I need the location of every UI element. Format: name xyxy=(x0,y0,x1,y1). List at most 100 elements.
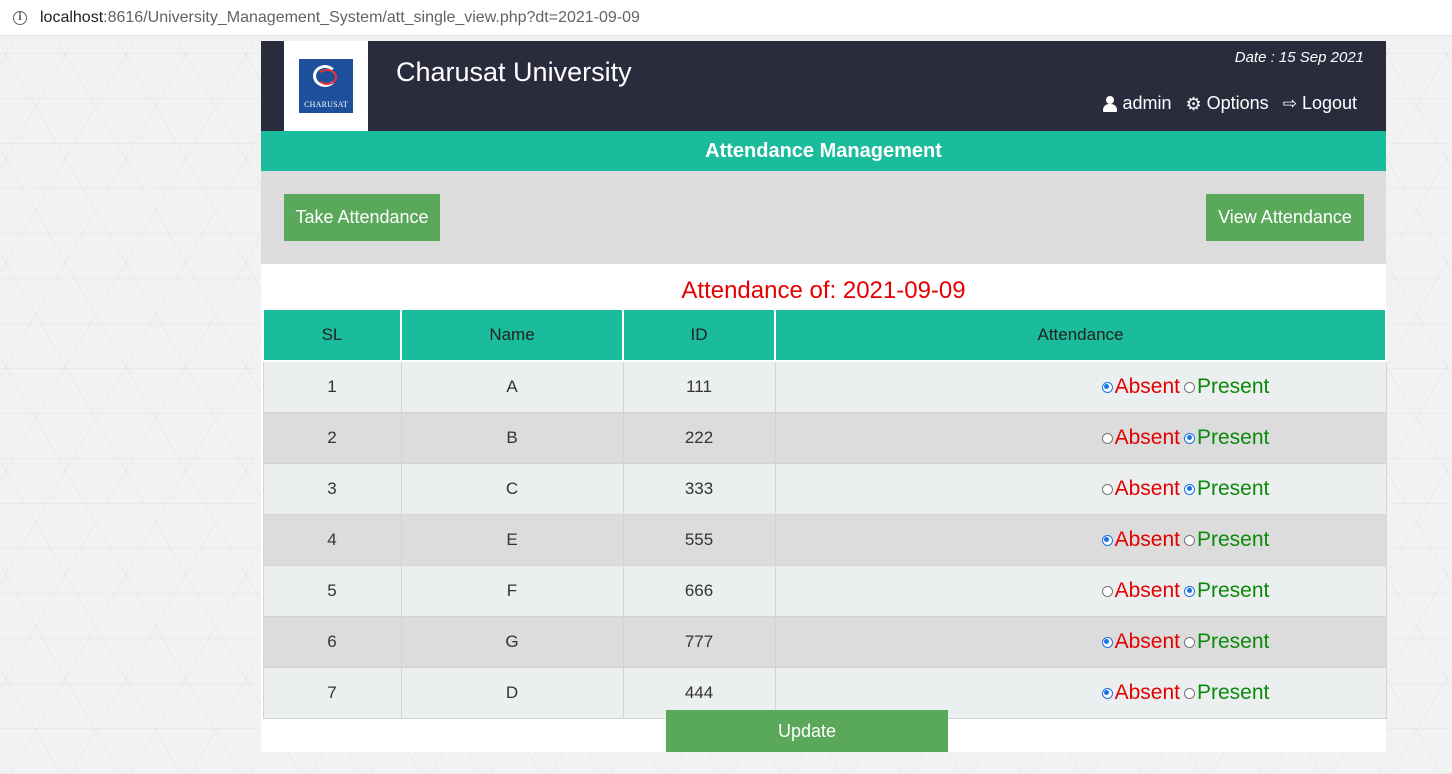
attendance-options: Absent Present xyxy=(1101,630,1269,654)
logout-icon: ⇨ xyxy=(1282,94,1297,113)
present-radio[interactable] xyxy=(1184,534,1195,546)
take-attendance-button[interactable]: Take Attendance xyxy=(284,194,440,241)
cell-sl: 6 xyxy=(262,616,402,668)
url-path: :8616/University_Management_System/att_s… xyxy=(103,8,640,26)
absent-label[interactable]: Absent xyxy=(1115,630,1180,654)
cell-id: 222 xyxy=(622,412,776,464)
present-radio[interactable] xyxy=(1184,381,1195,393)
attendance-options: Absent Present xyxy=(1101,375,1269,399)
cell-name: A xyxy=(400,360,624,413)
cell-sl: 7 xyxy=(262,667,402,719)
url-text[interactable]: localhost:8616/University_Management_Sys… xyxy=(40,9,640,27)
absent-label[interactable]: Absent xyxy=(1115,579,1180,603)
cell-name: D xyxy=(400,667,624,719)
nav-logout[interactable]: ⇨ Logout xyxy=(1283,93,1357,114)
table-row: 4 E 555 Absent Present xyxy=(262,514,1387,566)
present-radio[interactable] xyxy=(1184,432,1195,444)
attendance-title: Attendance of: 2021-09-09 xyxy=(681,277,966,304)
cell-id: 666 xyxy=(622,565,776,617)
cell-sl: 4 xyxy=(262,514,402,566)
section-title: Attendance Management xyxy=(261,131,1386,171)
cell-name: E xyxy=(400,514,624,566)
cell-attendance: Absent Present xyxy=(774,514,1387,566)
view-attendance-button[interactable]: View Attendance xyxy=(1206,194,1364,241)
cell-sl: 5 xyxy=(262,565,402,617)
table-row: 5 F 666 Absent Present xyxy=(262,565,1387,617)
attendance-options: Absent Present xyxy=(1101,477,1269,501)
attendance-options: Absent Present xyxy=(1101,426,1269,450)
cell-id: 777 xyxy=(622,616,776,668)
header-sl: SL xyxy=(262,308,402,362)
absent-radio[interactable] xyxy=(1101,483,1113,495)
cell-name: C xyxy=(400,463,624,515)
cell-sl: 1 xyxy=(262,360,402,413)
cell-attendance: Absent Present xyxy=(774,565,1387,617)
cell-attendance: Absent Present xyxy=(774,412,1387,464)
present-label[interactable]: Present xyxy=(1197,477,1269,501)
table-header-row: SL Name ID Attendance xyxy=(262,308,1387,362)
cell-id: 555 xyxy=(622,514,776,566)
user-nav: admin ⚙ Options ⇨ Logout xyxy=(1103,93,1357,114)
attendance-options: Absent Present xyxy=(1101,681,1269,705)
site-title: Charusat University xyxy=(396,57,632,87)
cell-name: B xyxy=(400,412,624,464)
cell-attendance: Absent Present xyxy=(774,616,1387,668)
cell-name: G xyxy=(400,616,624,668)
logo-text: CHARUSAT xyxy=(304,100,348,109)
absent-label[interactable]: Absent xyxy=(1115,426,1180,450)
absent-radio[interactable] xyxy=(1101,687,1113,699)
attendance-options: Absent Present xyxy=(1101,528,1269,552)
table-row: 1 A 111 Absent Present xyxy=(262,360,1387,413)
cell-name: F xyxy=(400,565,624,617)
nav-user-label: admin xyxy=(1122,93,1172,113)
current-date: Date : 15 Sep 2021 xyxy=(1234,49,1364,66)
table-row: 6 G 777 Absent Present xyxy=(262,616,1387,668)
absent-label[interactable]: Absent xyxy=(1115,375,1180,399)
header-id: ID xyxy=(622,308,776,362)
nav-user[interactable]: admin xyxy=(1103,93,1172,114)
present-radio[interactable] xyxy=(1184,636,1195,648)
logo-swirl-accent-icon xyxy=(317,69,337,85)
cell-sl: 3 xyxy=(262,463,402,515)
logo-box: CHARUSAT xyxy=(284,41,368,131)
cell-id: 333 xyxy=(622,463,776,515)
nav-logout-label: Logout xyxy=(1301,93,1357,113)
update-button[interactable]: Update xyxy=(666,710,948,752)
cell-attendance: Absent Present xyxy=(774,360,1387,413)
nav-options-label: Options xyxy=(1206,93,1269,113)
absent-label[interactable]: Absent xyxy=(1115,528,1180,552)
site-header: CHARUSAT Charusat University Date : 15 S… xyxy=(261,41,1386,131)
table-row: 3 C 333 Absent Present xyxy=(262,463,1387,515)
present-label[interactable]: Present xyxy=(1197,681,1269,705)
attendance-table: SL Name ID Attendance 1 A 111 Absent Present… xyxy=(262,308,1387,719)
cell-attendance: Absent Present xyxy=(774,463,1387,515)
attendance-options: Absent Present xyxy=(1101,579,1269,603)
present-label[interactable]: Present xyxy=(1197,426,1269,450)
absent-label[interactable]: Absent xyxy=(1115,477,1180,501)
header-attendance: Attendance xyxy=(774,308,1387,362)
url-host: localhost xyxy=(40,8,104,26)
table-row: 2 B 222 Absent Present xyxy=(262,412,1387,464)
present-label[interactable]: Present xyxy=(1197,528,1269,552)
present-label[interactable]: Present xyxy=(1197,579,1269,603)
absent-label[interactable]: Absent xyxy=(1115,681,1180,705)
absent-radio[interactable] xyxy=(1101,381,1113,393)
info-icon[interactable]: i xyxy=(13,10,27,25)
absent-radio[interactable] xyxy=(1101,534,1113,546)
present-label[interactable]: Present xyxy=(1197,630,1269,654)
present-radio[interactable] xyxy=(1184,687,1195,699)
present-radio[interactable] xyxy=(1184,585,1195,597)
absent-radio[interactable] xyxy=(1101,636,1113,648)
university-logo: CHARUSAT xyxy=(299,59,353,113)
present-label[interactable]: Present xyxy=(1197,375,1269,399)
absent-radio[interactable] xyxy=(1101,585,1113,597)
gear-icon: ⚙ xyxy=(1185,93,1202,114)
absent-radio[interactable] xyxy=(1101,432,1113,444)
present-radio[interactable] xyxy=(1184,483,1195,495)
nav-options[interactable]: ⚙ Options xyxy=(1186,93,1269,114)
cell-id: 111 xyxy=(622,360,776,413)
page-container: CHARUSAT Charusat University Date : 15 S… xyxy=(261,41,1387,752)
header-name: Name xyxy=(400,308,624,362)
action-area: Take Attendance View Attendance xyxy=(261,171,1386,264)
browser-address-bar[interactable]: i localhost:8616/University_Management_S… xyxy=(0,0,1452,36)
